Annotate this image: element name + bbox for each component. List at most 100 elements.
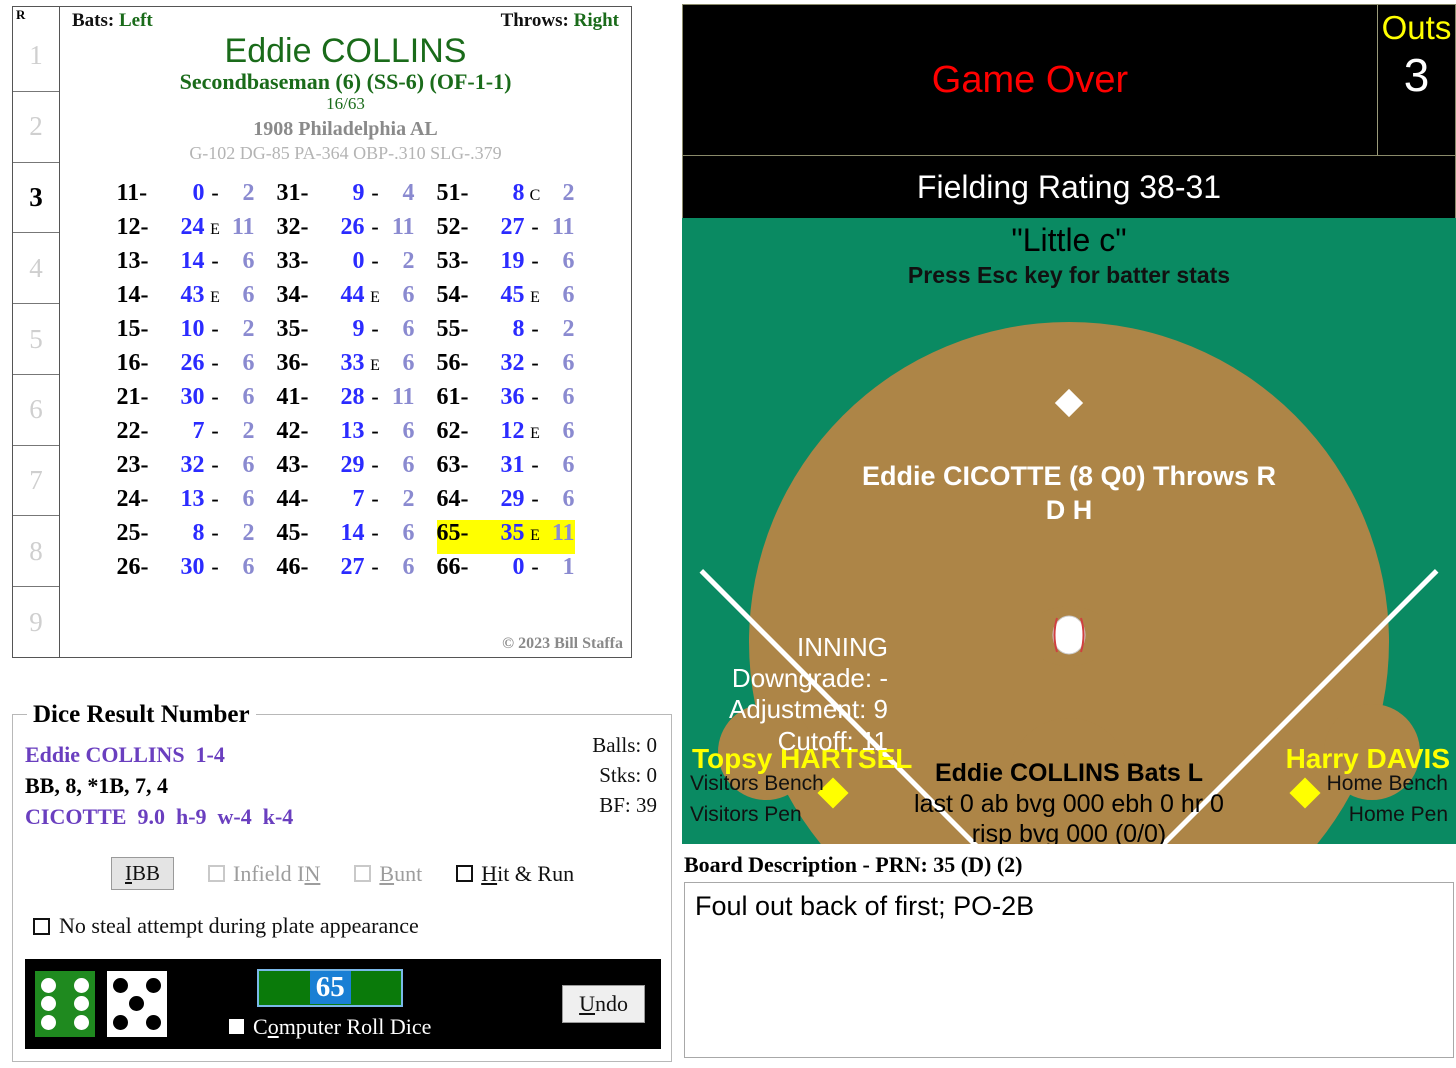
dice-row-main-value: 14 xyxy=(340,519,365,546)
dice-row-modifier: - xyxy=(211,179,219,205)
die-pip xyxy=(40,996,56,1012)
dice-row-modifier: E xyxy=(530,288,540,306)
home-area-labels[interactable]: Home Bench Home Pen xyxy=(1327,769,1448,830)
game-status-area: Game Over xyxy=(683,5,1377,155)
dice-row-modifier: - xyxy=(531,349,539,375)
visitors-pen-label[interactable]: Visitors Pen xyxy=(690,800,824,830)
dice-row-modifier: - xyxy=(531,451,539,477)
dice-row-main-value: 27 xyxy=(340,553,365,580)
infield-in-checkbox[interactable] xyxy=(208,865,226,882)
dice-row-26: 26- 30-6 xyxy=(117,554,255,588)
inning-cell-1[interactable]: 1 xyxy=(13,7,59,92)
inning-cell-2[interactable]: 2 xyxy=(13,92,59,163)
dice-row-key: 44- xyxy=(276,485,309,512)
inning-cell-8[interactable]: 8 xyxy=(13,516,59,588)
dice-row-33: 33- 0-2 xyxy=(277,248,415,282)
dice-row-14: 14- 43 E 6 xyxy=(117,282,255,316)
dice-result-input[interactable]: 65 xyxy=(257,968,404,1007)
bats-group: Bats: Left xyxy=(72,10,153,32)
dice-row-21: 21- 30-6 xyxy=(117,384,255,418)
dice-row-secondary-value: 6 xyxy=(242,553,255,580)
dice-row-64: 64- 29-6 xyxy=(437,486,575,520)
green-die[interactable] xyxy=(35,971,95,1037)
dice-row-main-value: 0 xyxy=(192,179,205,206)
dice-row-main-value: 45 xyxy=(500,281,525,308)
dice-row-32: 32- 26-11 xyxy=(277,214,415,248)
board-description-box[interactable]: Foul out back of first; PO-2B xyxy=(684,882,1454,1058)
no-steal-label: No steal attempt during plate appearance xyxy=(59,913,419,938)
dice-row-secondary-value: 6 xyxy=(562,485,575,512)
dice-row-66: 66- 0-1 xyxy=(437,554,575,588)
dice-row-modifier: - xyxy=(211,553,219,579)
die-pip xyxy=(74,1015,90,1031)
dice-row-secondary-value: 6 xyxy=(402,417,415,444)
dice-row-secondary-value: 6 xyxy=(402,315,415,342)
white-die[interactable] xyxy=(107,971,167,1037)
bunt-checkbox-item[interactable]: Bunt xyxy=(354,861,422,887)
dice-row-modifier: E xyxy=(210,288,220,306)
home-pen-label[interactable]: Home Pen xyxy=(1327,800,1448,830)
inning-cell-6[interactable]: 6 xyxy=(13,375,59,446)
dice-result-grid: 11- 0-2 12- 24 E 11 13- 14-6 14- 43 E 6 15- 10-2 16- 26… xyxy=(68,180,623,588)
hit-and-run-checkbox[interactable] xyxy=(456,865,474,882)
fielding-rating-bar: Fielding Rating 38-31 xyxy=(682,156,1456,218)
ibb-button[interactable]: IBB xyxy=(111,857,175,890)
downgrade-value: Downgrade: - xyxy=(731,663,888,694)
dice-row-secondary-value: 6 xyxy=(242,349,255,376)
inning-cell-9[interactable]: 9 xyxy=(13,587,59,657)
dice-row-main-value: 26 xyxy=(180,349,205,376)
dice-row-key: 35- xyxy=(276,315,309,342)
dice-row-25: 25- 8-2 xyxy=(117,520,255,554)
no-steal-checkbox[interactable] xyxy=(33,917,50,935)
board-description-title: Board Description - PRN: 35 (D) (2) xyxy=(684,852,1023,877)
visitors-area-labels[interactable]: Visitors Bench Visitors Pen xyxy=(690,769,824,830)
infield-in-label: Infield IN xyxy=(233,860,321,886)
dice-row-52: 52- 27-11 xyxy=(437,214,575,248)
inning-cell-3[interactable]: 3 xyxy=(13,163,59,234)
dice-row-secondary-value: 2 xyxy=(242,417,255,444)
dice-row-main-value: 32 xyxy=(180,451,205,478)
bunt-checkbox[interactable] xyxy=(354,865,372,882)
inning-cell-4[interactable]: 4 xyxy=(13,233,59,305)
left-column: R 123456789 Bats: Left Throws: Right Edd… xyxy=(0,0,676,1068)
inning-cell-7[interactable]: 7 xyxy=(13,446,59,517)
dice-row-modifier: E xyxy=(530,526,540,544)
dice-row-modifier: - xyxy=(371,383,379,409)
dice-row-modifier: - xyxy=(371,485,379,511)
player-stats-line: G-102 DG-85 PA-364 OBP-.310 SLG-.379 xyxy=(189,143,502,164)
inning-cell-5[interactable]: 5 xyxy=(13,304,59,375)
dice-row-modifier: E xyxy=(210,220,220,238)
dice-row-modifier: E xyxy=(370,356,380,374)
dice-row-secondary-value: 6 xyxy=(242,485,255,512)
dice-row-63: 63- 31-6 xyxy=(437,452,575,486)
visitors-bench-label[interactable]: Visitors Bench xyxy=(690,769,824,799)
dice-row-main-value: 0 xyxy=(512,553,525,580)
pitcher-sub: D H xyxy=(1045,494,1093,525)
dice-row-secondary-value: 6 xyxy=(242,383,255,410)
dice-row-56: 56- 32-6 xyxy=(437,350,575,384)
dice-row-53: 53- 19-6 xyxy=(437,248,575,282)
dice-row-modifier: - xyxy=(211,315,219,341)
dice-row-35: 35- 9-6 xyxy=(277,316,415,350)
infield-in-checkbox-item[interactable]: Infield IN xyxy=(208,861,320,887)
undo-button[interactable]: Undo xyxy=(562,985,645,1023)
dice-result-panel: Dice Result Number Balls: 0 Stks: 0 BF: … xyxy=(12,701,672,1062)
dice-row-12: 12- 24 E 11 xyxy=(117,214,255,248)
dice-row-key: 32- xyxy=(276,213,309,240)
home-bench-label[interactable]: Home Bench xyxy=(1327,769,1448,799)
dice-row-modifier: E xyxy=(370,288,380,306)
cutoff-value: Cutoff: 11 xyxy=(777,725,888,756)
dice-row-modifier: - xyxy=(531,553,539,579)
dice-row-modifier: - xyxy=(211,451,219,477)
outs-value: 3 xyxy=(1403,49,1430,101)
dice-row-modifier: - xyxy=(531,485,539,511)
dice-row-modifier: - xyxy=(531,383,539,409)
computer-roll-label: Computer Roll Dice xyxy=(253,1013,432,1039)
no-steal-checkbox-item[interactable]: No steal attempt during plate appearance xyxy=(33,913,419,939)
dice-result-legend: Dice Result Number xyxy=(27,701,256,729)
hit-and-run-checkbox-item[interactable]: Hit & Run xyxy=(456,861,574,887)
computer-roll-checkbox[interactable] xyxy=(229,1019,244,1034)
baseball-field[interactable]: "Little c" Press Esc key for batter stat… xyxy=(682,218,1456,844)
die-pip-empty xyxy=(113,996,128,1011)
computer-roll-checkbox-item[interactable]: Computer Roll Dice xyxy=(229,1014,431,1040)
